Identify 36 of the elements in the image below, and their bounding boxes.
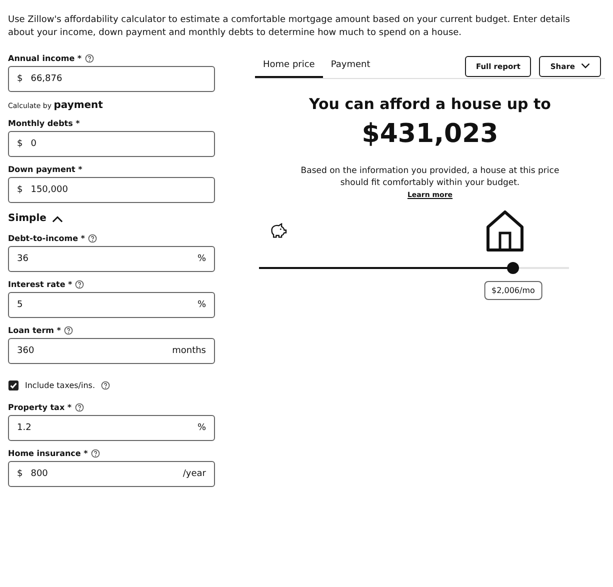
payment-badge: $2,006/mo xyxy=(484,281,542,300)
slider-handle[interactable] xyxy=(507,262,520,274)
house-icon xyxy=(485,209,525,253)
help-icon[interactable] xyxy=(100,381,110,390)
field-label: Annual income * xyxy=(8,54,82,63)
help-icon[interactable] xyxy=(90,449,100,458)
input-field[interactable]: 1.2 % xyxy=(8,415,215,441)
help-icon[interactable] xyxy=(84,54,94,63)
input-field[interactable]: 5 % xyxy=(8,292,215,318)
help-icon[interactable] xyxy=(64,326,73,335)
field-label: Debt-to-income * xyxy=(8,234,85,243)
input-field[interactable]: 360 months xyxy=(8,338,215,364)
input-field[interactable]: $ 800 /year xyxy=(8,461,215,487)
tab[interactable]: Home price xyxy=(255,54,323,78)
piggy-bank-icon xyxy=(269,223,287,239)
input-field[interactable]: $ 150,000 xyxy=(8,177,215,203)
checkbox[interactable] xyxy=(8,380,19,391)
input-field[interactable]: $ 0 xyxy=(8,131,215,157)
help-icon[interactable] xyxy=(88,234,97,243)
help-icon[interactable] xyxy=(74,403,84,412)
result-note: Based on the information you provided, a house at this price should fit comfortably within your budget. xyxy=(300,165,560,189)
input-field[interactable]: $ 66,876 xyxy=(8,66,215,92)
simple-toggle[interactable]: Simple xyxy=(8,211,64,226)
field-label: Home insurance * xyxy=(8,449,88,458)
field-label: Loan term * xyxy=(8,326,61,335)
input-field[interactable]: 36 % xyxy=(8,246,215,272)
field-label: Down payment * xyxy=(8,165,82,174)
intro-text: Use Zillow's affordability calculator to estimate a comfortable mortgage amount based on your current budget. Enter details about your income, down payment and monthly debts to determine how much to spend on a house. xyxy=(8,14,571,40)
result-heading: You can afford a house up to xyxy=(309,95,551,113)
field-label: Interest rate * xyxy=(8,280,72,289)
result-amount: $431,023 xyxy=(362,119,498,149)
checkbox-label: Include taxes/ins. xyxy=(25,381,95,390)
field-label: Monthly debts * xyxy=(8,119,80,128)
field-label: Property tax * xyxy=(8,403,72,412)
help-icon[interactable] xyxy=(75,280,84,289)
tab[interactable]: Payment xyxy=(322,54,378,78)
